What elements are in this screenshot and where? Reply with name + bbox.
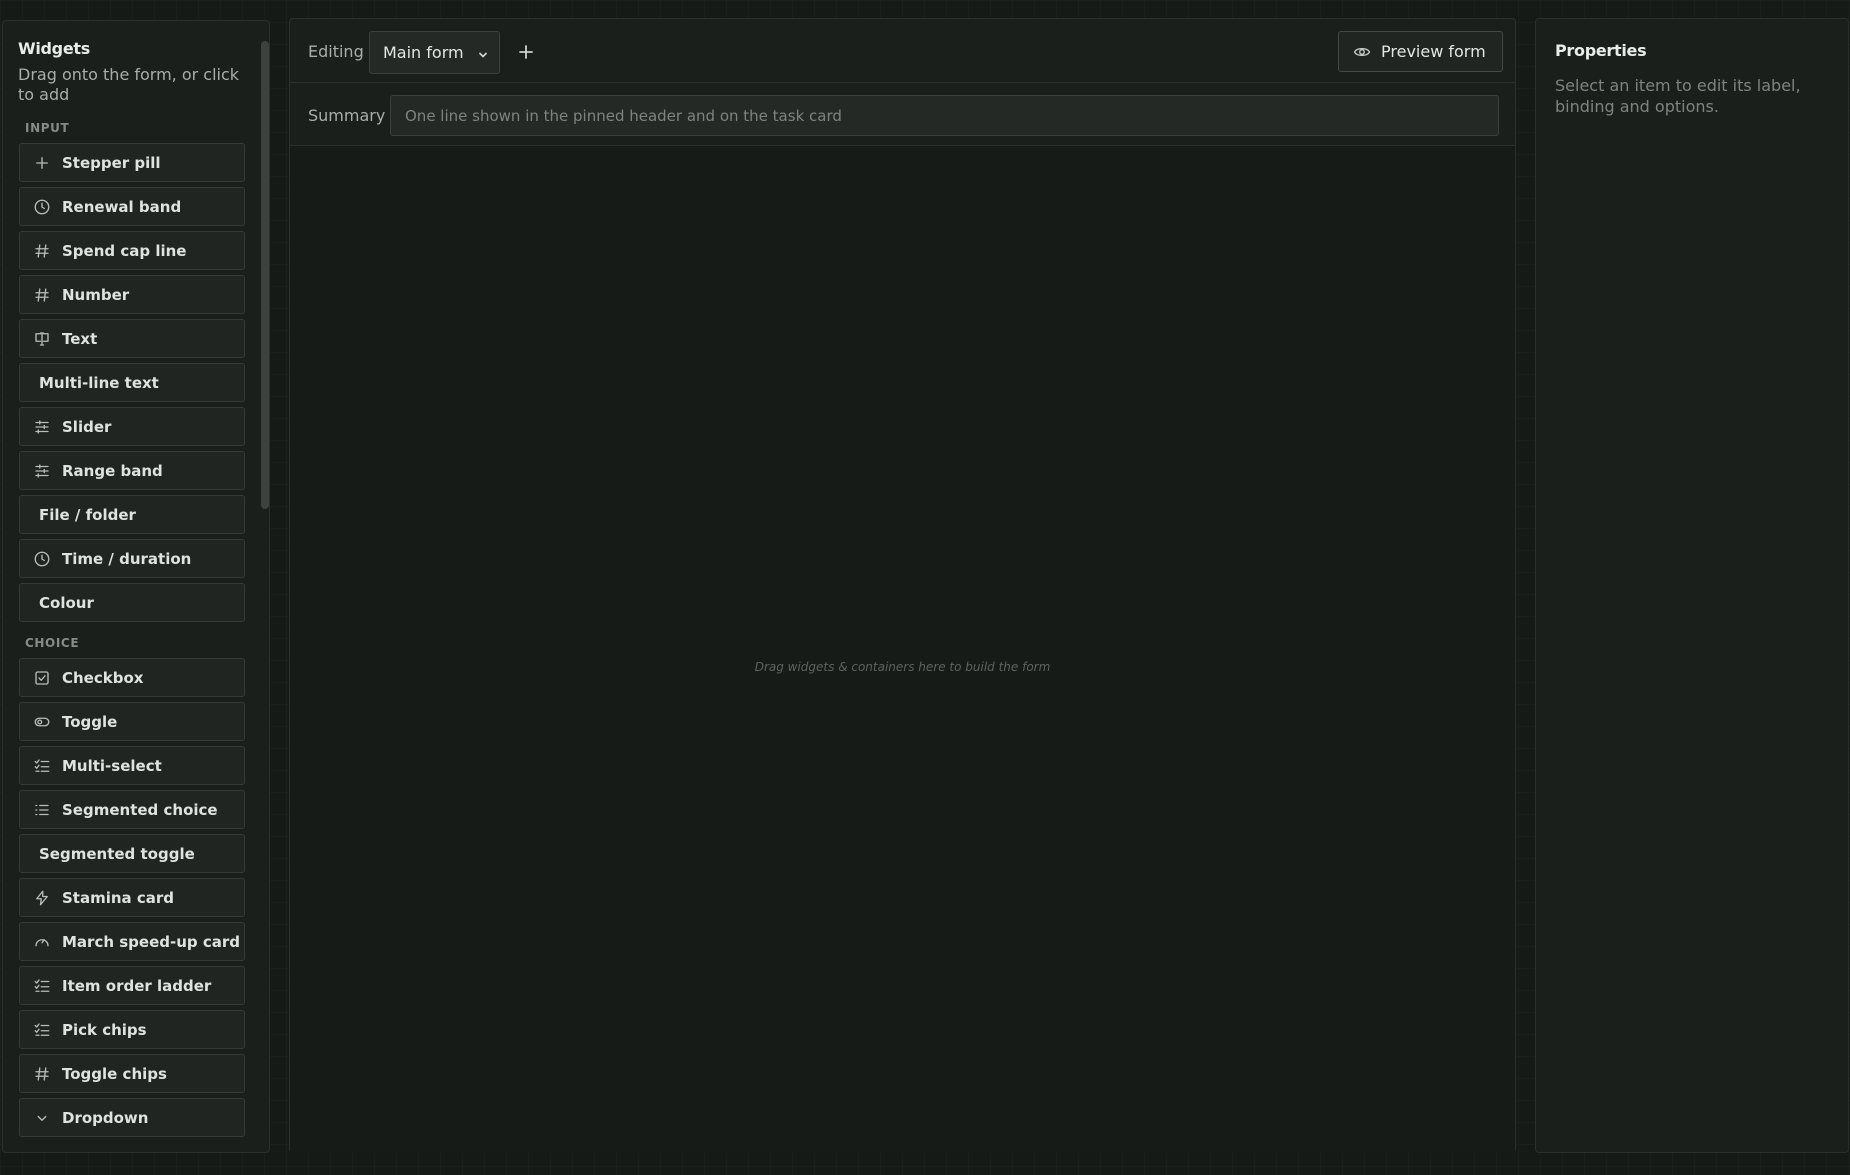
section-label-choice: CHOICE [25, 636, 80, 650]
widget-item-march-speed-up-card[interactable]: March speed-up card [19, 922, 245, 961]
preview-form-button[interactable]: Preview form [1338, 31, 1503, 72]
checklist-icon [32, 976, 52, 996]
widget-item-range-band[interactable]: Range band [19, 451, 245, 490]
form-select[interactable]: Main form [369, 31, 500, 74]
form-select-value: Main form [383, 43, 464, 62]
widgets-panel: Widgets Drag onto the form, or click to … [2, 20, 270, 1153]
plus-icon [518, 44, 534, 60]
widget-item-label: Toggle chips [62, 1064, 167, 1083]
widgets-scrollbar[interactable] [261, 41, 269, 509]
toggle-icon [32, 712, 52, 732]
widget-item-dropdown[interactable]: Dropdown [19, 1098, 245, 1137]
text-cursor-icon [32, 329, 52, 349]
lightning-icon [32, 888, 52, 908]
widget-item-label: Time / duration [62, 549, 192, 568]
editor-toolbar: Editing Main form Preview form [290, 19, 1515, 83]
widget-item-segmented-toggle[interactable]: Segmented toggle [19, 834, 245, 873]
properties-panel: Properties Select an item to edit its la… [1535, 18, 1849, 1153]
widget-item-label: Item order ladder [62, 976, 212, 995]
widget-item-number[interactable]: Number [19, 275, 245, 314]
widget-item-stamina-card[interactable]: Stamina card [19, 878, 245, 917]
widget-item-item-order-ladder[interactable]: Item order ladder [19, 966, 245, 1005]
eye-icon [1353, 43, 1371, 61]
sliders-icon [32, 461, 52, 481]
widget-item-text[interactable]: Text [19, 319, 245, 358]
widget-item-label: Segmented toggle [39, 844, 195, 863]
widget-item-label: Range band [62, 461, 163, 480]
widget-item-renewal-band[interactable]: Renewal band [19, 187, 245, 226]
widget-item-colour[interactable]: Colour [19, 583, 245, 622]
widget-item-label: Text [62, 329, 98, 348]
widgets-title: Widgets [18, 39, 90, 58]
widget-item-label: Stamina card [62, 888, 175, 907]
properties-title: Properties [1555, 41, 1647, 60]
editing-label: Editing [308, 42, 364, 61]
editor-panel: Editing Main form Preview form Summary D… [289, 18, 1516, 1153]
widget-item-label: Spend cap line [62, 241, 187, 260]
widget-item-label: Pick chips [62, 1020, 147, 1039]
widget-item-label: Renewal band [62, 197, 182, 216]
widget-item-label: Checkbox [62, 668, 144, 687]
summary-input[interactable] [390, 95, 1499, 136]
widget-item-time-duration[interactable]: Time / duration [19, 539, 245, 578]
widget-item-label: Toggle [62, 712, 118, 731]
add-form-button[interactable] [512, 38, 540, 66]
widget-item-label: File / folder [39, 505, 136, 524]
properties-hint: Select an item to edit its label, bindin… [1555, 76, 1801, 116]
canvas-hint: Drag widgets & containers here to build … [754, 660, 1051, 674]
widget-item-label: Segmented choice [62, 800, 218, 819]
widget-item-label: Colour [39, 593, 94, 612]
section-label-input: INPUT [25, 121, 70, 135]
widget-item-multi-line-text[interactable]: Multi-line text [19, 363, 245, 402]
chevron-down-icon [477, 46, 489, 65]
widget-item-label: Number [62, 285, 130, 304]
widget-item-spend-cap-line[interactable]: Spend cap line [19, 231, 245, 270]
hash-icon [32, 285, 52, 305]
checklist-icon [32, 756, 52, 776]
list-icon [32, 800, 52, 820]
widget-item-toggle-chips[interactable]: Toggle chips [19, 1054, 245, 1093]
clock-icon [32, 197, 52, 217]
widget-item-label: Stepper pill [62, 153, 161, 172]
sliders-icon [32, 417, 52, 437]
widget-item-slider[interactable]: Slider [19, 407, 245, 446]
widget-item-pick-chips[interactable]: Pick chips [19, 1010, 245, 1049]
gauge-icon [32, 932, 52, 952]
preview-form-label: Preview form [1381, 42, 1486, 61]
widget-item-label: Dropdown [62, 1108, 149, 1127]
form-canvas[interactable]: Drag widgets & containers here to build … [290, 146, 1515, 1153]
widget-item-multi-select[interactable]: Multi-select [19, 746, 245, 785]
widget-item-label: Multi-select [62, 756, 162, 775]
widget-item-stepper-pill[interactable]: Stepper pill [19, 143, 245, 182]
hash-icon [32, 1064, 52, 1084]
widget-item-label: Multi-line text [39, 373, 159, 392]
summary-label: Summary [308, 106, 386, 125]
widget-item-label: Slider [62, 417, 112, 436]
widget-item-toggle[interactable]: Toggle [19, 702, 245, 741]
summary-row: Summary [290, 83, 1515, 146]
widget-item-checkbox[interactable]: Checkbox [19, 658, 245, 697]
checkbox-icon [32, 668, 52, 688]
widget-item-file-folder[interactable]: File / folder [19, 495, 245, 534]
chevron-down-icon [32, 1108, 52, 1128]
widgets-subtitle: Drag onto the form, or click to add [18, 65, 240, 104]
widget-item-segmented-choice[interactable]: Segmented choice [19, 790, 245, 829]
plus-icon [32, 153, 52, 173]
hash-icon [32, 241, 52, 261]
checklist-icon [32, 1020, 52, 1040]
widget-item-label: March speed-up card [62, 932, 241, 951]
clock-icon [32, 549, 52, 569]
